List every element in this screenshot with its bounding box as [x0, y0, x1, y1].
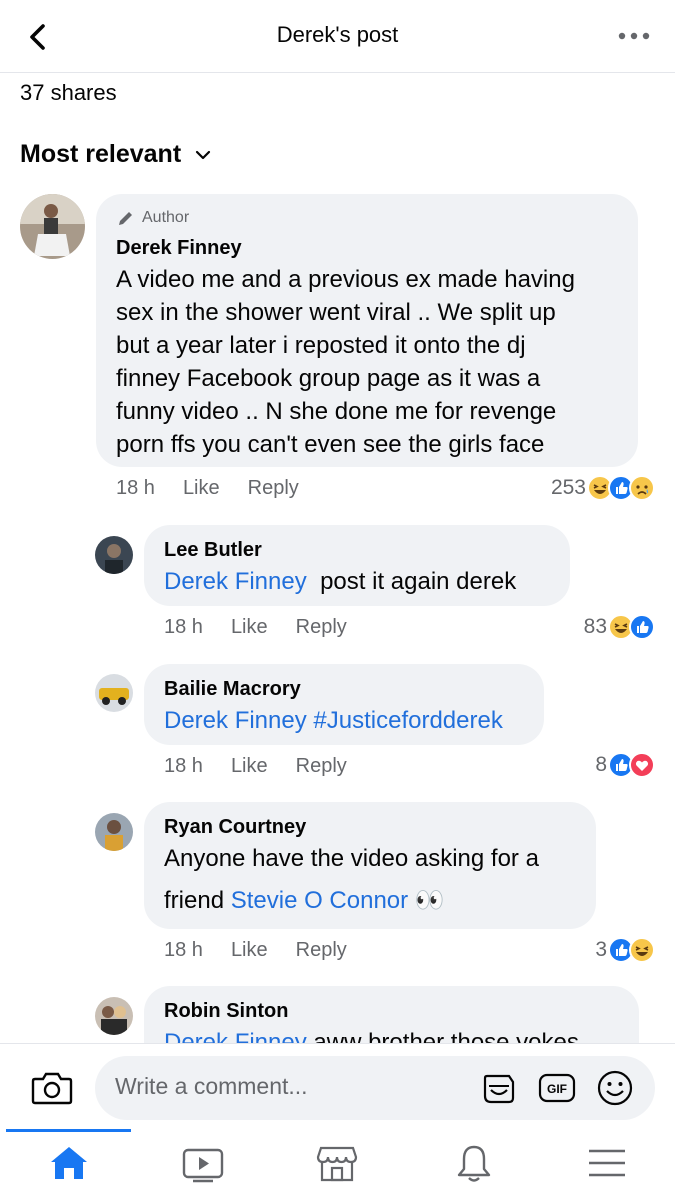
watch-icon[interactable] [181, 1143, 225, 1183]
mention-link[interactable]: Derek Finney [164, 707, 307, 734]
avatar[interactable] [20, 194, 85, 259]
commenter-name[interactable]: Derek Finney [116, 237, 242, 260]
comment-text: A video me and a previous ex made having… [116, 263, 636, 461]
commenter-name[interactable]: Bailie Macrory [164, 678, 301, 701]
post-header: Derek's post [0, 0, 675, 73]
timestamp: 18 h [164, 755, 203, 777]
hashtag-link[interactable]: #Justicefordderek [313, 707, 502, 734]
like-button[interactable]: Like [231, 755, 268, 778]
comment-bubble[interactable]: Bailie Macrory Derek Finney #Justiceford… [144, 664, 544, 745]
reaction-count: 8 [595, 753, 607, 776]
marketplace-icon[interactable] [315, 1143, 359, 1183]
timestamp: 18 h [164, 939, 203, 961]
author-badge: Author [116, 208, 189, 228]
author-badge-label: Author [142, 209, 190, 226]
more-options-icon[interactable] [617, 25, 651, 47]
avatar[interactable] [95, 813, 133, 851]
camera-icon[interactable] [30, 1068, 74, 1108]
page-title: Derek's post [276, 22, 399, 47]
comment-body: friend [164, 887, 225, 914]
avatar[interactable] [95, 674, 133, 712]
comment-body: post it again derek [320, 568, 517, 595]
comment-actions: 18 h Like Reply [116, 477, 299, 500]
avatar-sticker-icon[interactable] [479, 1068, 519, 1108]
reaction-summary[interactable]: 253 [551, 475, 655, 501]
mention-link[interactable]: Stevie O Connor [231, 887, 408, 914]
comment-text-line: Anyone have the video asking for a [164, 845, 539, 872]
comment-actions: 18 h Like Reply [164, 755, 347, 778]
chevron-down-icon [196, 150, 211, 159]
comment-input[interactable]: Write a comment... GIF [95, 1056, 655, 1120]
commenter-name[interactable]: Ryan Courtney [164, 816, 306, 839]
comment-actions: 18 h Like Reply [164, 939, 347, 962]
shares-count[interactable]: 37 shares [20, 80, 117, 106]
comment-text: Derek Finney post it again derek [164, 565, 516, 598]
like-button[interactable]: Like [183, 477, 220, 500]
active-tab-indicator [6, 1129, 131, 1132]
comment-composer: Write a comment... GIF [0, 1043, 675, 1130]
reaction-summary[interactable]: 83 [584, 614, 655, 640]
timestamp: 18 h [164, 616, 203, 638]
pencil-icon [119, 212, 132, 225]
home-icon[interactable] [47, 1143, 91, 1183]
commenter-name[interactable]: Robin Sinton [164, 1000, 288, 1023]
comment-placeholder: Write a comment... [115, 1073, 308, 1099]
reply-button[interactable]: Reply [296, 616, 347, 639]
sort-dropdown[interactable]: Most relevant [20, 140, 211, 169]
comment-actions: 18 h Like Reply [164, 616, 347, 639]
sad-reaction-icon [629, 475, 655, 501]
reaction-summary[interactable]: 8 [595, 752, 655, 778]
like-reaction-icon [629, 614, 655, 640]
reply-button[interactable]: Reply [248, 477, 299, 500]
notifications-icon[interactable] [452, 1143, 496, 1183]
commenter-name[interactable]: Lee Butler [164, 539, 262, 562]
reaction-count: 253 [550, 476, 586, 499]
reply-button[interactable]: Reply [296, 939, 347, 962]
comment-text: friend Stevie O Connor 👀 [164, 884, 445, 917]
mention-link[interactable]: Derek Finney [164, 568, 307, 595]
reply-button[interactable]: Reply [296, 755, 347, 778]
gif-label: GIF [547, 1082, 567, 1096]
like-button[interactable]: Like [231, 616, 268, 639]
comment-bubble[interactable]: Lee Butler Derek Finney post it again de… [144, 525, 570, 606]
comment-text-line: sex in the shower went viral .. We split… [116, 299, 556, 326]
comment-bubble[interactable]: Ryan Courtney Anyone have the video aski… [144, 802, 596, 929]
comment-text-line: but a year later i reposted it onto the … [116, 332, 526, 359]
sort-label: Most relevant [20, 140, 182, 168]
avatar[interactable] [95, 997, 133, 1035]
comment-text-line: porn ffs you can't even see the girls fa… [116, 431, 545, 458]
love-reaction-icon [629, 752, 655, 778]
comment-text: Derek Finney #Justicefordderek [164, 704, 503, 737]
comment-text-line: A video me and a previous ex made having [116, 266, 575, 293]
haha-reaction-icon [629, 937, 655, 963]
eyes-emoji: 👀 [414, 887, 445, 914]
like-button[interactable]: Like [231, 939, 268, 962]
reaction-count: 3 [595, 938, 607, 961]
menu-icon[interactable] [585, 1143, 629, 1183]
comment-text-line: finney Facebook group page as it was a [116, 365, 541, 392]
bottom-tab-bar [0, 1129, 675, 1200]
avatar[interactable] [95, 536, 133, 574]
comment-bubble[interactable]: Author Derek Finney A video me and a pre… [96, 194, 638, 467]
gif-icon[interactable]: GIF [537, 1068, 577, 1108]
emoji-icon[interactable] [595, 1068, 635, 1108]
reaction-summary[interactable]: 3 [595, 937, 655, 963]
reaction-count: 83 [583, 615, 607, 638]
comment-text-line: funny video .. N she done me for revenge [116, 398, 557, 425]
timestamp: 18 h [116, 477, 155, 499]
